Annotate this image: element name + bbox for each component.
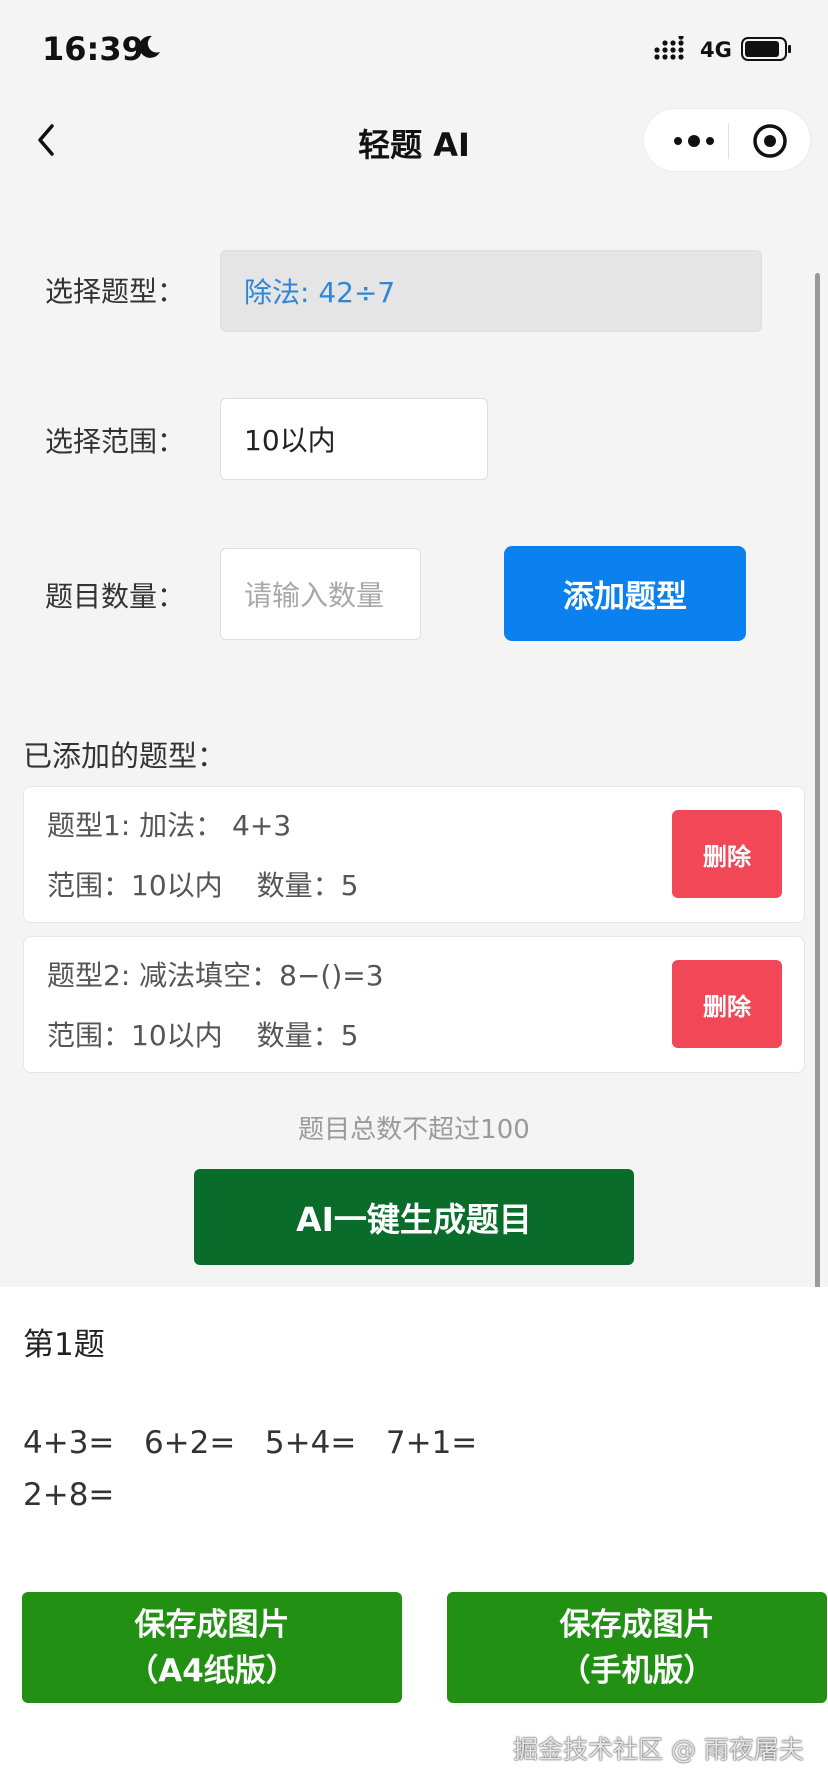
question-line: 4+3= 6+2= 5+4= 7+1=	[23, 1425, 478, 1461]
save-a4-label: 保存成图片	[134, 1606, 290, 1643]
mini-program-capsule	[643, 108, 811, 172]
delete-button[interactable]: 删除	[672, 810, 782, 898]
add-type-button[interactable]: 添加题型	[504, 546, 746, 641]
type-select[interactable]: 除法: 42÷7	[220, 250, 762, 332]
capsule-divider	[728, 123, 729, 159]
type-range: 范围：10以内	[47, 869, 223, 902]
type-detail: 范围：10以内 数量：5	[47, 1014, 358, 1054]
total-limit-hint: 题目总数不超过100	[298, 1115, 530, 1145]
save-phone-sublabel: （手机版）	[559, 1652, 715, 1689]
more-dots-icon[interactable]	[664, 123, 724, 159]
result-panel: 第1题 4+3= 6+2= 5+4= 7+1= 2+8= 保存成图片 （A4纸版…	[0, 1287, 828, 1792]
save-a4-button[interactable]: 保存成图片 （A4纸版）	[22, 1592, 402, 1703]
question-title: 第1题	[23, 1327, 105, 1363]
question-line: 2+8=	[23, 1477, 115, 1513]
type-detail: 范围：10以内 数量：5	[47, 864, 358, 904]
network-type: 4G	[700, 38, 732, 62]
type-count: 数量：5	[256, 869, 359, 902]
ai-generate-button[interactable]: AI一键生成题目	[194, 1169, 634, 1265]
added-types-title: 已添加的题型：	[23, 739, 227, 773]
count-input[interactable]: 请输入数量	[220, 548, 421, 640]
watermark: 掘金技术社区 @ 雨夜屠夫	[513, 1735, 804, 1764]
scrollbar[interactable]	[815, 273, 820, 1368]
count-label: 题目数量：	[45, 580, 186, 613]
type-count: 数量：5	[256, 1019, 359, 1052]
type-label: 选择题型：	[45, 275, 186, 308]
range-select[interactable]: 10以内	[220, 398, 488, 480]
moon-icon	[139, 35, 160, 58]
signal-icon	[654, 36, 684, 60]
status-time: 16:39	[42, 30, 144, 68]
target-icon[interactable]	[750, 121, 790, 161]
list-item: 题型1: 加法： 4+3 范围：10以内 数量：5 删除	[23, 786, 805, 923]
battery-icon	[741, 37, 791, 61]
list-item: 题型2: 减法填空：8−()=3 范围：10以内 数量：5 删除	[23, 936, 805, 1073]
delete-button[interactable]: 删除	[672, 960, 782, 1048]
status-bar: 16:39 4G	[0, 0, 828, 92]
save-phone-label: 保存成图片	[559, 1606, 715, 1643]
type-name: 题型1: 加法： 4+3	[47, 809, 292, 842]
range-label: 选择范围：	[45, 425, 186, 458]
type-name: 题型2: 减法填空：8−()=3	[47, 959, 384, 992]
type-range: 范围：10以内	[47, 1019, 223, 1052]
save-phone-button[interactable]: 保存成图片 （手机版）	[447, 1592, 827, 1703]
save-a4-sublabel: （A4纸版）	[127, 1652, 297, 1689]
